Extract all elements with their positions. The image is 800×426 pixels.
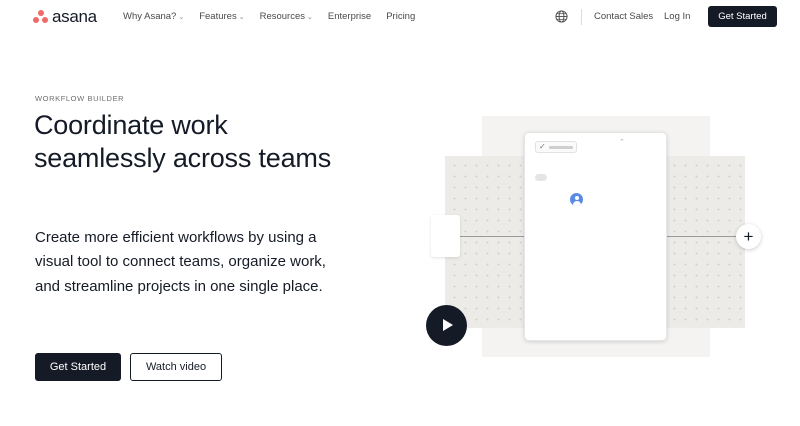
contact-sales-link[interactable]: Contact Sales (594, 11, 653, 22)
globe-icon[interactable] (555, 10, 568, 23)
plus-icon[interactable]: + (736, 224, 761, 249)
caret-up-icon: ⌃ (619, 139, 625, 146)
asana-logo[interactable]: asana (33, 8, 97, 25)
nav-pricing[interactable]: Pricing (386, 11, 415, 22)
chevron-down-icon: ⌄ (307, 13, 313, 21)
connector-line-right (667, 236, 737, 237)
asana-logo-icon (33, 10, 48, 23)
nav-link-label: Features (199, 11, 237, 22)
watch-video-button[interactable]: Watch video (130, 353, 222, 381)
connector-line-left (460, 236, 525, 237)
check-icon: ✓ (539, 142, 546, 151)
eyebrow-label: WORKFLOW BUILDER (35, 94, 125, 103)
play-video-button[interactable] (426, 305, 467, 346)
nav-link-label: Pricing (386, 11, 416, 22)
top-nav: asana Why Asana? ⌄ Features ⌄ Resources ⌄ E… (0, 0, 800, 34)
nav-link-label: Why Asana? (123, 11, 177, 22)
brand-name: asana (52, 7, 97, 26)
play-icon (443, 319, 453, 331)
nav-resources[interactable]: Resources ⌄ (260, 11, 313, 22)
side-card (431, 215, 460, 257)
nav-link-label: Enterprise (327, 11, 372, 22)
nav-why-asana[interactable]: Why Asana? ⌄ (123, 11, 184, 22)
login-link[interactable]: Log In (664, 11, 690, 22)
nav-features[interactable]: Features ⌄ (199, 11, 244, 22)
project-card: ✓ ⌃ (524, 132, 667, 341)
main-nav: Why Asana? ⌄ Features ⌄ Resources ⌄ Enterpr… (123, 11, 430, 22)
chevron-down-icon: ⌄ (238, 13, 245, 21)
chevron-down-icon: ⌄ (178, 13, 185, 21)
nav-link-label: Resources (259, 11, 306, 22)
card-pill (535, 174, 547, 181)
task-placeholder-bar (549, 146, 573, 149)
hero-description: Create more efficient workflows by using… (35, 229, 326, 295)
nav-get-started-button[interactable]: Get Started (708, 6, 777, 27)
nav-enterprise[interactable]: Enterprise (328, 11, 371, 22)
get-started-button[interactable]: Get Started (35, 353, 121, 381)
workflow-illustration: ✓ ⌃ + (420, 110, 761, 360)
page-title: Coordinate work seamlessly across teams (34, 110, 331, 173)
nav-divider (581, 9, 582, 25)
avatar (570, 193, 583, 206)
task-item: ✓ (535, 141, 577, 153)
